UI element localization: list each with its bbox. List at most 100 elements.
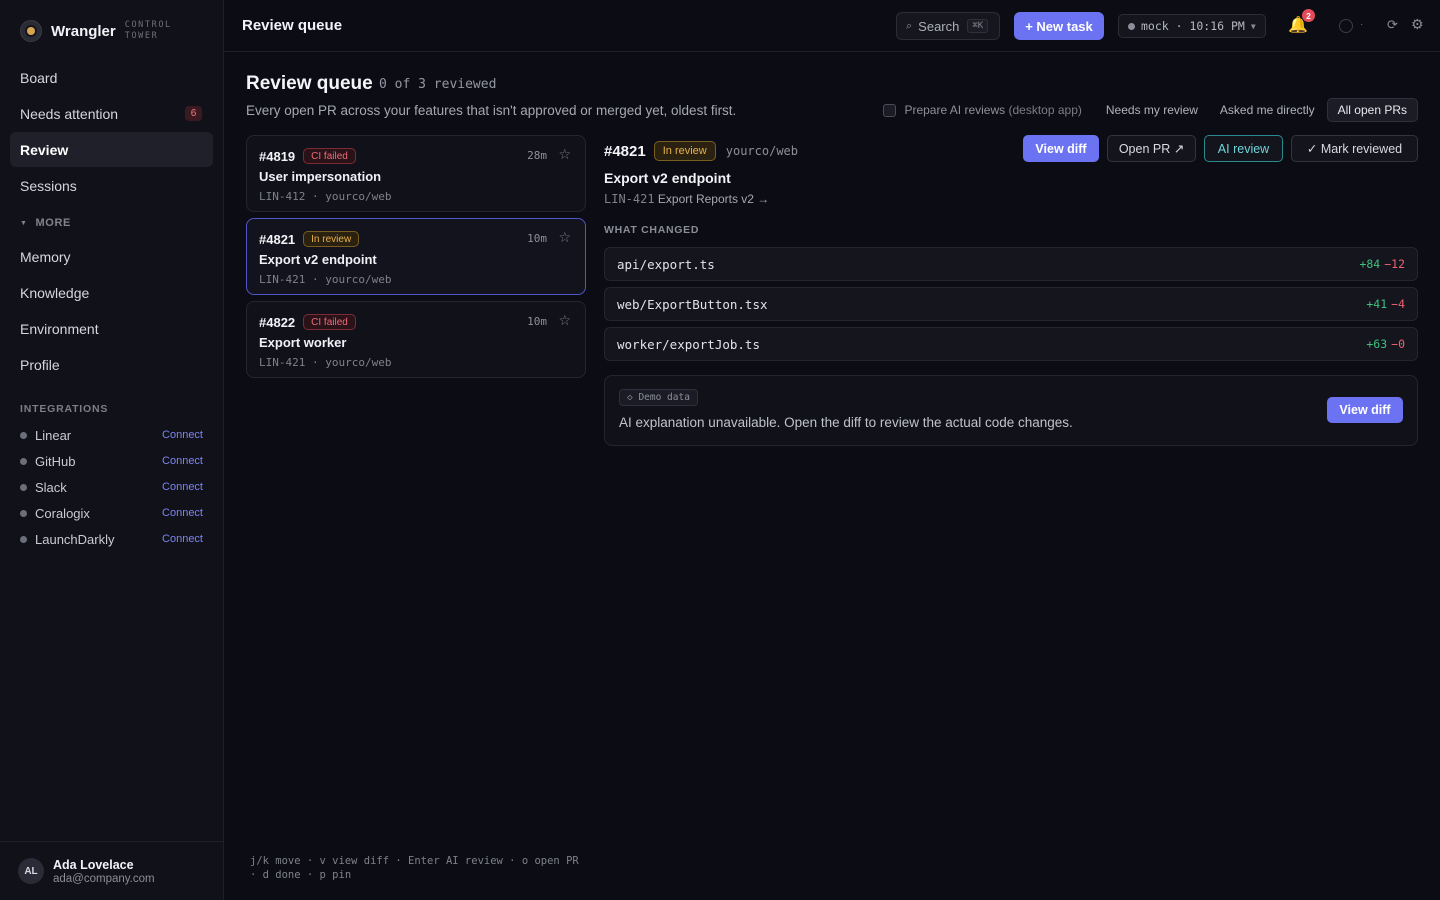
ai-box-view-diff-button[interactable]: View diff [1327,397,1403,423]
environment-select[interactable]: mock · 10:16 PM ▼ [1118,14,1266,38]
status-badge: CI failed [303,148,356,164]
nav-item-sessions[interactable]: Sessions [10,168,213,203]
connect-launchdarkly-link[interactable]: Connect [162,533,203,545]
brand-logo-icon [20,20,42,42]
search-label: Search [918,18,960,34]
integration-name: Coralogix [35,505,90,521]
user-email: ada@company.com [53,872,155,885]
search-shortcut: ⌘K [967,19,989,33]
integration-launchdarkly: LaunchDarkly Connect [20,526,203,552]
brand-subtitle: CONTROL TOWER [124,20,172,41]
changed-files-list: api/export.ts +84 −12 web/ExportButton.ts… [604,247,1418,367]
pr-number: #4819 [259,148,296,164]
refresh-icon[interactable]: ⟳ [1387,17,1398,33]
caret-down-icon: ▼ [20,219,28,227]
nav-item-profile[interactable]: Profile [10,347,213,382]
review-count: 0 of 3 reviewed [379,77,497,92]
pr-title: User impersonation [259,169,382,184]
additions: +63 [1366,337,1388,351]
status-badge: In review [303,231,360,247]
env-status-dot-icon [1128,22,1135,30]
list-item[interactable]: #4821 In review 10m ☆ Export v2 endpoint… [246,218,586,295]
integration-name: LaunchDarkly [35,531,115,547]
view-diff-button[interactable]: View diff [1023,135,1099,162]
integration-github: GitHub Connect [20,448,203,474]
prepare-ai-reviews-label: Prepare AI reviews (desktop app) [904,103,1081,117]
gear-icon[interactable]: ⚙ [1411,16,1424,33]
nav-item-review[interactable]: Review [10,132,213,167]
notification-count-badge: 2 [1302,9,1315,22]
more-toggle[interactable]: ▼ MORE [10,207,213,239]
status-badge: CI failed [303,314,356,330]
nav-label: Profile [20,356,60,373]
connect-github-link[interactable]: Connect [162,455,203,467]
brand[interactable]: Wrangler CONTROL TOWER [20,20,185,42]
prepare-ai-reviews-checkbox[interactable] [883,103,897,117]
status-dot-icon: · [1360,19,1364,30]
search-icon: ⌕ [906,19,913,32]
filter-needs-my-review[interactable]: Needs my review [1096,98,1208,122]
additions: +84 [1359,257,1381,271]
connect-slack-link[interactable]: Connect [162,481,203,493]
deletions: −0 [1391,337,1405,351]
list-item[interactable]: #4822 CI failed 10m ☆ Export worker LIN-… [246,301,586,378]
prepare-label-text: Prepare AI reviews [904,103,1006,117]
pr-title: Export worker [259,335,347,350]
pr-meta: LIN-421 · yourco/web [259,273,392,286]
nav-item-memory[interactable]: Memory [10,239,213,274]
nav-label: Needs attention [20,105,119,122]
open-pr-button[interactable]: Open PR ↗ [1107,135,1196,162]
new-task-button[interactable]: + New task [1014,12,1104,40]
filter-bar: Prepare AI reviews (desktop app) Needs m… [883,98,1418,122]
ai-explanation-message: AI explanation unavailable. Open the dif… [619,415,1073,430]
main-content: Review queue 0 of 3 reviewed Every open … [246,52,1418,900]
more-label: MORE [35,217,71,229]
sidebar: Wrangler CONTROL TOWER Board Needs atten… [0,0,224,900]
review-queue-list: #4819 CI failed 28m ☆ User impersonation… [246,135,586,384]
ai-review-button[interactable]: AI review [1204,135,1283,162]
file-stats: +41 −4 [1366,297,1405,311]
integration-name: Slack [35,479,67,495]
star-icon[interactable]: ☆ [558,146,571,163]
detail-pr-number: #4821 [604,142,646,160]
file-name: api/export.ts [617,256,715,272]
ticket-title: Export Reports v2 → [657,192,770,206]
needs-attention-count-badge: 6 [185,106,202,121]
nav-item-environment[interactable]: Environment [10,311,213,346]
search-button[interactable]: ⌕ Search ⌘K [896,12,1000,40]
star-icon[interactable]: ☆ [558,229,571,246]
pr-meta: LIN-421 · yourco/web [259,356,392,369]
status-ring-icon[interactable] [1339,19,1353,33]
sidebar-nav: Board Needs attention 6 Review Sessions ▼… [10,60,213,383]
nav-label: Environment [20,320,99,337]
mark-reviewed-button[interactable]: ✓ Mark reviewed [1291,135,1418,162]
integration-name: Linear [35,427,72,443]
detail-repo: yourco/web [725,144,798,158]
status-badge: In review [653,141,716,161]
user-profile[interactable]: AL Ada Lovelace ada@company.com [0,841,223,900]
nav-item-knowledge[interactable]: Knowledge [10,275,213,310]
table-row[interactable]: web/ExportButton.tsx +41 −4 [604,287,1418,321]
file-stats: +84 −12 [1359,257,1405,271]
table-row[interactable]: api/export.ts +84 −12 [604,247,1418,281]
integration-slack: Slack Connect [20,474,203,500]
page-title: Review queue [246,73,373,94]
connect-coralogix-link[interactable]: Connect [162,507,203,519]
ai-explanation-box: ◇ Demo data AI explanation unavailable. … [604,375,1418,446]
nav-item-board[interactable]: Board [10,60,213,95]
environment-label: mock · 10:16 PM [1141,19,1245,33]
detail-actions: View diff Open PR ↗ AI review ✓ Mark rev… [1015,135,1418,162]
star-icon[interactable]: ☆ [558,312,571,329]
filter-all-open-prs[interactable]: All open PRs [1326,98,1418,122]
avatar: AL [18,858,44,884]
topbar-title: Review queue [242,17,343,34]
user-name: Ada Lovelace [53,857,134,872]
ticket-link[interactable]: LIN-421 Export Reports v2 → [604,192,769,206]
nav-item-needs-attention[interactable]: Needs attention 6 [10,96,213,131]
filter-asked-me-directly[interactable]: Asked me directly [1210,98,1325,122]
additions: +41 [1366,297,1388,311]
file-name: web/ExportButton.tsx [617,296,768,312]
list-item[interactable]: #4819 CI failed 28m ☆ User impersonation… [246,135,586,212]
connect-linear-link[interactable]: Connect [162,429,203,441]
table-row[interactable]: worker/exportJob.ts +63 −0 [604,327,1418,361]
